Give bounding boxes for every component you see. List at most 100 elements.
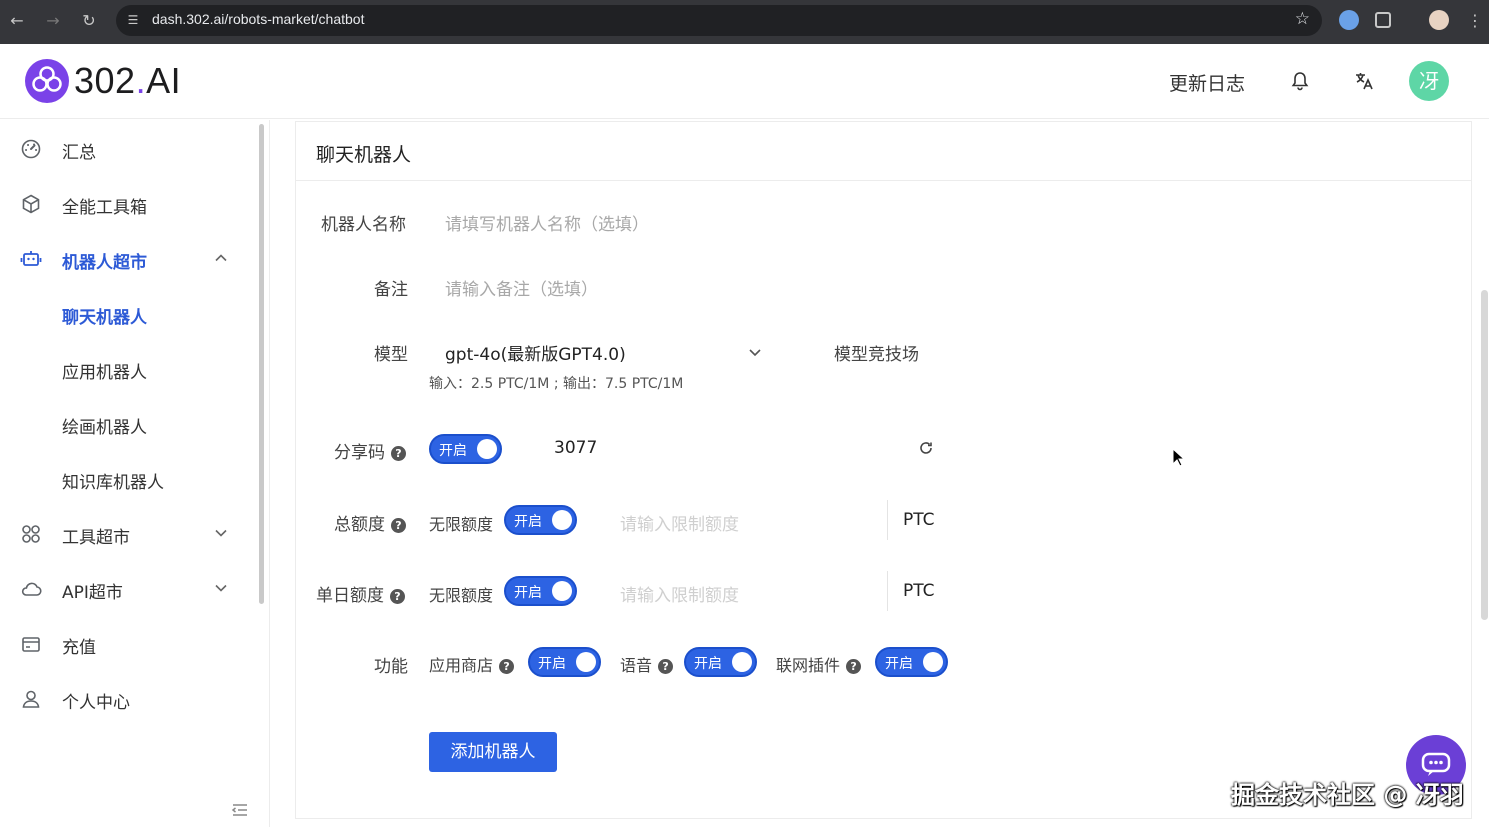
model-selected-value: gpt-4o(最新版GPT4.0) [445, 345, 626, 365]
logo-main: 302 [74, 60, 136, 101]
sidebar-subitem-drawing-robot[interactable]: 绘画机器人 [0, 404, 250, 444]
sidebar-item-label: 充值 [62, 638, 96, 658]
app-store-toggle[interactable]: 开启 [528, 647, 601, 677]
sidebar-item-toolbox[interactable]: 全能工具箱 [0, 184, 250, 224]
cube-icon [22, 194, 40, 214]
refresh-icon[interactable] [918, 440, 934, 456]
daily-unlimited-toggle[interactable]: 开启 [504, 576, 577, 606]
robot-name-input[interactable]: 请填写机器人名称（选填） [445, 210, 649, 235]
logo-text[interactable]: 302.AI [74, 60, 181, 102]
feature-app-store-label: 应用商店? [429, 652, 515, 676]
toggle-label: 开启 [538, 656, 566, 672]
note-input[interactable]: 请输入备注（选填） [445, 275, 598, 300]
sidebar-scrollbar[interactable] [259, 124, 264, 604]
divider [296, 180, 1471, 181]
feature-voice-text: 语音 [620, 656, 653, 675]
toggle-knob [576, 652, 596, 672]
wallet-icon [22, 637, 40, 652]
sidebar-subitem-label: 知识库机器人 [62, 473, 164, 493]
collapse-sidebar-icon[interactable] [231, 802, 249, 818]
sidebar-item-label: 工具超市 [62, 528, 130, 548]
user-avatar[interactable]: 冴 [1409, 61, 1449, 101]
help-icon[interactable]: ? [390, 589, 405, 604]
sidebar-item-robot-market[interactable]: 机器人超市 [0, 239, 250, 279]
sidebar-item-label: 汇总 [62, 143, 96, 163]
add-robot-button[interactable]: 添加机器人 [429, 732, 557, 772]
forward-icon[interactable]: → [42, 10, 64, 32]
logo-icon[interactable] [24, 58, 70, 104]
total-unit-label: PTC [903, 510, 935, 530]
share-code-toggle[interactable]: 开启 [429, 434, 502, 464]
sidebar-item-label: API超市 [62, 583, 123, 603]
unlimited-quota-label: 无限额度 [429, 515, 494, 534]
sidebar-item-label: 全能工具箱 [62, 198, 147, 218]
toggle-knob [552, 581, 572, 601]
help-icon[interactable]: ? [658, 659, 674, 674]
help-icon[interactable]: ? [499, 659, 515, 674]
help-icon[interactable]: ? [391, 518, 406, 533]
total-unlimited-toggle[interactable]: 开启 [504, 505, 577, 535]
robot-icon [20, 251, 42, 266]
sidebar-subitem-label: 聊天机器人 [62, 308, 147, 328]
profile-avatar-icon[interactable] [1429, 10, 1449, 30]
help-icon[interactable]: ? [846, 659, 862, 674]
web-plugin-toggle[interactable]: 开启 [875, 647, 948, 677]
cloud-api-icon [21, 582, 42, 596]
share-code-value: 3077 [554, 438, 598, 458]
browser-menu-icon[interactable]: ⋮ [1464, 10, 1486, 32]
sidebar-subitem-knowledge-robot[interactable]: 知识库机器人 [0, 459, 250, 499]
bell-icon[interactable] [1289, 70, 1311, 92]
toggle-knob [552, 510, 572, 530]
watermark-text: 掘金技术社区 @ 冴羽 [1231, 781, 1464, 809]
logo-suffix: AI [146, 60, 182, 101]
extension-compass-icon[interactable] [1339, 10, 1359, 30]
daily-quota-label-text: 单日额度 [316, 586, 384, 606]
feature-app-store-text: 应用商店 [429, 656, 494, 675]
chevron-up-icon [215, 254, 227, 262]
toggle-knob [923, 652, 943, 672]
toggle-label: 开启 [885, 656, 913, 672]
sidebar-subitem-chatbot[interactable]: 聊天机器人 [0, 294, 250, 334]
toggle-label: 开启 [439, 443, 467, 459]
help-icon[interactable]: ? [391, 446, 406, 461]
sidebar-item-tool-market[interactable]: 工具超市 [0, 514, 250, 554]
mouse-cursor-icon [1172, 448, 1186, 467]
sidebar: 汇总 全能工具箱 机器人超市 聊天机器人 应用机器人 绘画机器人 知识库机器人 … [0, 120, 270, 827]
model-arena-link[interactable]: 模型竞技场 [834, 340, 919, 365]
extensions-puzzle-icon[interactable] [1375, 12, 1391, 28]
sidebar-item-api-market[interactable]: API超市 [0, 569, 250, 609]
sidebar-item-profile[interactable]: 个人中心 [0, 679, 250, 719]
share-code-label: 分享码? [334, 438, 406, 463]
page-scrollbar[interactable] [1481, 290, 1488, 620]
divider [887, 571, 888, 611]
toggle-label: 开启 [514, 514, 542, 530]
model-select[interactable]: gpt-4o(最新版GPT4.0) [429, 332, 769, 370]
toggle-label: 开启 [514, 585, 542, 601]
reload-icon[interactable]: ↻ [78, 10, 100, 32]
daily-quota-label: 单日额度? [316, 581, 405, 606]
user-icon [22, 690, 40, 708]
address-bar[interactable]: ☰ dash.302.ai/robots-market/chatbot ☆ [116, 5, 1322, 36]
page-title: 聊天机器人 [316, 144, 412, 166]
app-header: 302.AI 更新日志 冴 [0, 44, 1489, 119]
grid-icon [22, 525, 40, 543]
model-price-text: 输入：2.5 PTC/1M ; 输出：7.5 PTC/1M [429, 376, 684, 392]
bookmark-star-icon[interactable]: ☆ [1295, 9, 1310, 29]
voice-toggle[interactable]: 开启 [684, 647, 757, 677]
features-label: 功能 [374, 657, 408, 677]
changelog-link[interactable]: 更新日志 [1169, 69, 1245, 96]
translate-icon[interactable] [1353, 70, 1375, 92]
site-settings-icon[interactable]: ☰ [124, 11, 142, 29]
url-text: dash.302.ai/robots-market/chatbot [152, 11, 365, 27]
feature-web-plugin-label: 联网插件? [776, 652, 862, 676]
sidebar-subitem-app-robot[interactable]: 应用机器人 [0, 349, 250, 389]
feature-voice-label: 语音? [620, 652, 674, 676]
daily-unit-label: PTC [903, 581, 935, 601]
sidebar-item-recharge[interactable]: 充值 [0, 624, 250, 664]
total-limit-input[interactable]: 请输入限制额度 [620, 510, 739, 535]
daily-limit-input[interactable]: 请输入限制额度 [620, 581, 739, 606]
back-icon[interactable]: ← [6, 10, 28, 32]
browser-toolbar: ← → ↻ ☰ dash.302.ai/robots-market/chatbo… [0, 0, 1489, 44]
sidebar-item-summary[interactable]: 汇总 [0, 129, 250, 169]
share-code-label-text: 分享码 [334, 443, 385, 463]
